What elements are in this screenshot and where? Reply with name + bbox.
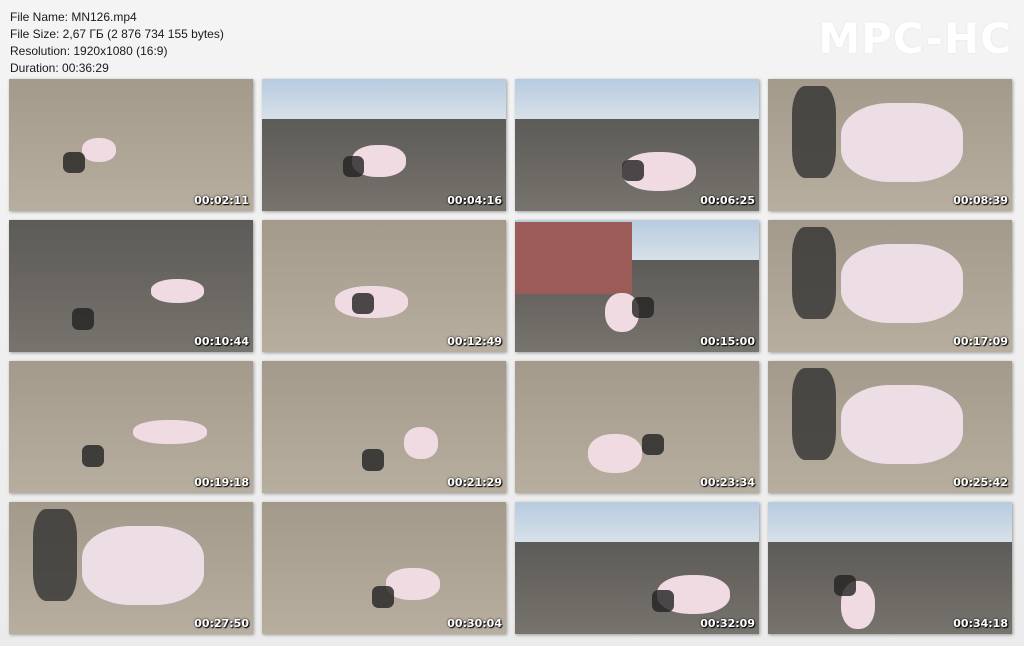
thumbnail[interactable]: 00:25:42 [768,361,1012,493]
ground-backdrop [9,220,253,352]
ground-backdrop [9,361,253,493]
timestamp: 00:19:18 [194,476,249,489]
thumbnail[interactable]: 00:30:04 [262,502,506,634]
subject-shadow-shape [792,85,837,178]
subject-shape [841,243,964,323]
subject-shape [133,420,207,445]
file-size: File Size: 2,67 ГБ (2 876 734 155 bytes) [10,27,224,41]
resolution: Resolution: 1920x1080 (16:9) [10,44,168,58]
subject-shadow-shape [833,574,856,596]
subject-shadow-shape [82,445,105,467]
thumbnail[interactable]: 00:27:50 [9,502,253,634]
timestamp: 00:06:25 [700,194,755,207]
subject-shadow-shape [362,449,384,471]
subject-shadow-shape [371,586,394,608]
subject-shape [82,525,205,605]
subject-shadow-shape [342,155,365,177]
thumbnail[interactable]: 00:23:34 [515,361,759,493]
timestamp: 00:21:29 [447,476,502,489]
file-info: File Name: MN126.mp4 File Size: 2,67 ГБ … [10,9,224,77]
subject-shadow-shape [72,308,95,330]
subject-shadow-shape [622,159,645,181]
subject-shape [386,568,441,600]
subject-shape [150,279,205,304]
timestamp: 00:32:09 [700,617,755,630]
subject-shadow-shape [33,508,78,601]
timestamp: 00:08:39 [953,194,1008,207]
subject-shape [403,427,438,459]
timestamp: 00:27:50 [194,617,249,630]
subject-shadow-shape [651,590,674,612]
thumbnail[interactable]: 00:08:39 [768,79,1012,211]
mpc-hc-logo: MPC-HC [818,14,1012,63]
subject-shape [82,138,117,163]
timestamp: 00:15:00 [700,335,755,348]
subject-shadow-shape [792,367,837,460]
subject-shadow-shape [641,433,664,455]
timestamp: 00:04:16 [447,194,502,207]
thumbnail[interactable]: 00:34:18 [768,502,1012,634]
thumbnail[interactable]: 00:02:11 [9,79,253,211]
thumbnail[interactable]: 00:21:29 [262,361,506,493]
timestamp: 00:25:42 [953,476,1008,489]
subject-shape [841,384,964,464]
subject-shadow-shape [632,296,655,318]
timestamp: 00:34:18 [953,617,1008,630]
timestamp: 00:30:04 [447,617,502,630]
building-shape [515,222,633,294]
duration: Duration: 00:36:29 [10,61,109,75]
ground-backdrop [262,502,506,634]
thumbnail[interactable]: 00:10:44 [9,220,253,352]
subject-shadow-shape [792,226,837,319]
timestamp: 00:23:34 [700,476,755,489]
timestamp: 00:12:49 [447,335,502,348]
file-name: File Name: MN126.mp4 [10,10,137,24]
thumbnail[interactable]: 00:04:16 [262,79,506,211]
subject-shape [588,433,642,474]
timestamp: 00:17:09 [953,335,1008,348]
timestamp: 00:10:44 [194,335,249,348]
thumbnail[interactable]: 00:15:00 [515,220,759,352]
thumbnail[interactable]: 00:17:09 [768,220,1012,352]
subject-shape [841,102,964,182]
ground-backdrop [515,361,759,493]
thumbnail[interactable]: 00:12:49 [262,220,506,352]
thumbnail[interactable]: 00:19:18 [9,361,253,493]
timestamp: 00:02:11 [194,194,249,207]
thumbnail-grid: 00:02:11 00:04:16 00:06:25 00:08:39 00:1… [9,79,1012,634]
ground-backdrop [9,79,253,211]
subject-shadow-shape [352,292,375,314]
thumbnail[interactable]: 00:06:25 [515,79,759,211]
thumbnail[interactable]: 00:32:09 [515,502,759,634]
ground-backdrop [262,361,506,493]
subject-shadow-shape [62,151,85,173]
